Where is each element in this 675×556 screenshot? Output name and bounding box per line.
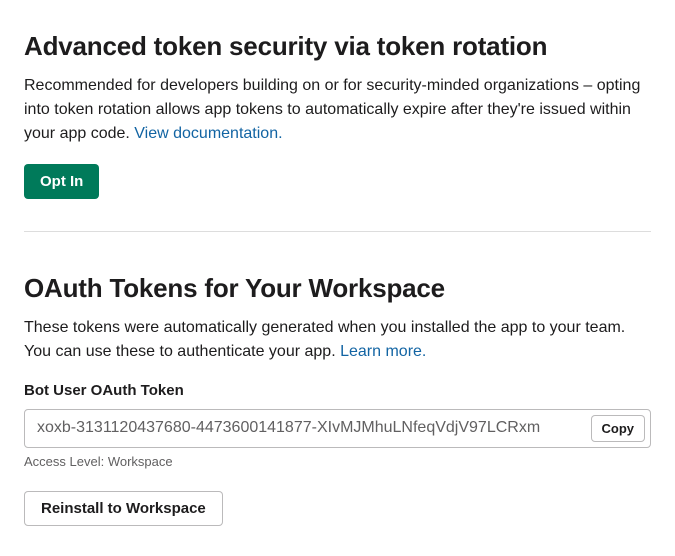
learn-more-link[interactable]: Learn more. — [340, 343, 426, 360]
view-documentation-link[interactable]: View documentation. — [134, 125, 282, 142]
bot-token-input[interactable] — [37, 419, 591, 437]
token-rotation-description: Recommended for developers building on o… — [24, 74, 651, 146]
oauth-tokens-description: These tokens were automatically generate… — [24, 316, 651, 364]
bot-token-label: Bot User OAuth Token — [24, 382, 651, 399]
token-rotation-heading: Advanced token security via token rotati… — [24, 30, 651, 64]
section-divider — [24, 231, 651, 232]
oauth-tokens-section: OAuth Tokens for Your Workspace These to… — [24, 272, 651, 526]
reinstall-button[interactable]: Reinstall to Workspace — [24, 491, 223, 526]
token-rotation-description-text: Recommended for developers building on o… — [24, 77, 640, 142]
oauth-tokens-description-text: These tokens were automatically generate… — [24, 319, 625, 360]
access-level-text: Access Level: Workspace — [24, 454, 651, 469]
copy-button[interactable]: Copy — [591, 415, 646, 442]
opt-in-button[interactable]: Opt In — [24, 164, 99, 199]
bot-token-field: Copy — [24, 409, 651, 448]
token-rotation-section: Advanced token security via token rotati… — [24, 30, 651, 199]
oauth-tokens-heading: OAuth Tokens for Your Workspace — [24, 272, 651, 306]
